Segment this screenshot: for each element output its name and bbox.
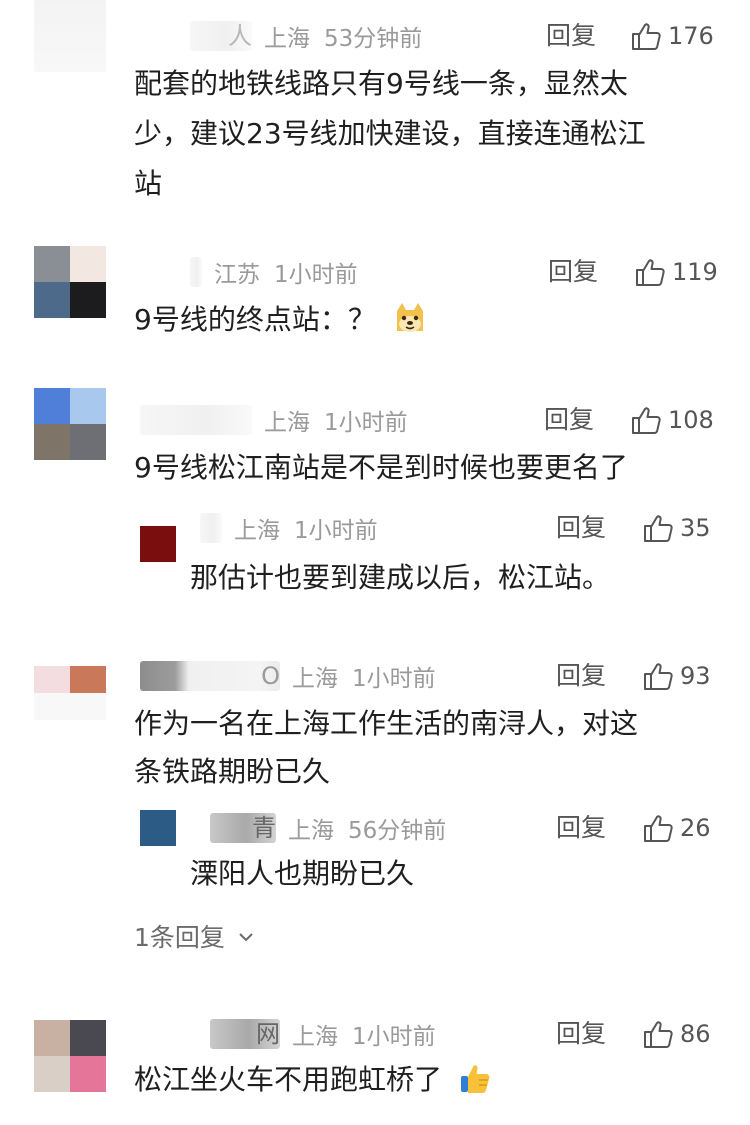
comment-time: 1小时前 (324, 410, 408, 436)
reply-text: 那估计也要到建成以后，松江站。 (190, 561, 611, 594)
avatar[interactable] (34, 246, 106, 318)
comment-line: 少，建议23号线加快建设，直接连通松江 (134, 117, 646, 150)
comment-line: 条铁路期盼已久 (134, 755, 331, 788)
avatar[interactable] (34, 1020, 106, 1092)
like-count: 35 (680, 514, 711, 542)
comment-line: 作为一名在上海工作生活的南浔人，对这 (134, 707, 639, 740)
reply-button[interactable]: 回复 (556, 810, 606, 846)
expand-replies-label: 1条回复 (134, 923, 225, 952)
thumbs-up-icon (644, 515, 673, 542)
ip-location: 江苏 (214, 262, 260, 288)
comment-text: 9号线松江南站是不是到时候也要更名了 (134, 451, 628, 484)
ip-location: 上海 (264, 410, 310, 436)
expand-replies-button[interactable]: 1条回复 (134, 918, 255, 954)
like-count: 108 (668, 406, 714, 434)
avatar[interactable] (34, 666, 106, 720)
like-button[interactable]: 26 (642, 810, 711, 846)
comment-time: 1小时前 (352, 666, 436, 692)
like-count: 93 (680, 662, 711, 690)
thumbs-up-icon (644, 663, 673, 690)
username[interactable]: 青 (210, 813, 276, 843)
like-count: 119 (672, 258, 718, 286)
like-button[interactable]: 35 (642, 510, 711, 546)
reply-button[interactable]: 回复 (556, 1016, 606, 1052)
thumbs-up-icon (644, 815, 673, 842)
like-button[interactable]: 86 (642, 1016, 711, 1052)
thumbs-up-icon (632, 23, 661, 50)
comment-time: 53分钟前 (324, 26, 423, 52)
ip-location: 上海 (292, 1024, 338, 1050)
username[interactable]: 人 (190, 21, 252, 51)
reply-avatar[interactable] (140, 526, 176, 562)
comment-meta: O 上海 1小时前 (140, 658, 436, 694)
reply-text: 溧阳人也期盼已久 (190, 857, 415, 890)
like-button[interactable]: 108 (630, 402, 714, 438)
username[interactable] (140, 405, 252, 435)
reply-button[interactable]: 回复 (556, 658, 606, 694)
avatar[interactable] (34, 388, 106, 460)
thumbs-up-icon (644, 1021, 673, 1048)
comment-text: 9号线的终点站：？ (134, 298, 427, 342)
comment-meta: 上海 1小时前 (140, 402, 408, 438)
comment-time: 56分钟前 (348, 818, 447, 844)
thumbs-up-emoji-icon (460, 1065, 490, 1093)
reply-meta: 上海 1小时前 (200, 510, 378, 546)
comment-line: 配套的地铁线路只有9号线一条，显然太 (134, 67, 628, 100)
comment-text: 松江坐火车不用跑虹桥了 (134, 1058, 491, 1102)
reply-avatar[interactable] (140, 810, 176, 846)
reply-meta: 青 上海 56分钟前 (210, 810, 446, 846)
comment-time: 1小时前 (274, 262, 358, 288)
like-button[interactable]: 93 (642, 658, 711, 694)
comment-time: 1小时前 (352, 1024, 436, 1050)
reply-button[interactable]: 回复 (546, 18, 596, 54)
username[interactable]: O (140, 661, 280, 691)
doge-emoji-icon (396, 303, 423, 332)
comment-text: 作为一名在上海工作生活的南浔人，对这 条铁路期盼已久 (134, 702, 638, 794)
like-count: 26 (680, 814, 711, 842)
comment-line: 松江坐火车不用跑虹桥了 (134, 1063, 443, 1096)
reply-button[interactable]: 回复 (548, 254, 598, 290)
ip-location: 上海 (264, 26, 310, 52)
chevron-down-icon (239, 933, 253, 942)
ip-location: 上海 (292, 666, 338, 692)
comment-line: 9号线的终点站：？ (134, 303, 376, 336)
thumbs-up-icon (632, 407, 661, 434)
comment-meta: 江苏 1小时前 (190, 254, 358, 290)
ip-location: 上海 (288, 818, 334, 844)
reply-button[interactable]: 回复 (544, 402, 594, 438)
comment-meta: 网 上海 1小时前 (210, 1016, 436, 1052)
like-count: 86 (680, 1020, 711, 1048)
thumbs-up-icon (636, 259, 665, 286)
comment-meta: 人 上海 53分钟前 (190, 18, 422, 54)
comment-time: 1小时前 (294, 518, 378, 544)
comment-text: 配套的地铁线路只有9号线一条，显然太 少，建议23号线加快建设，直接连通松江 站 (134, 62, 646, 206)
ip-location: 上海 (234, 518, 280, 544)
username[interactable] (190, 257, 202, 287)
username[interactable] (200, 513, 222, 543)
like-button[interactable]: 119 (634, 254, 718, 290)
avatar[interactable] (34, 0, 106, 72)
like-button[interactable]: 176 (630, 18, 714, 54)
username[interactable]: 网 (210, 1019, 280, 1049)
like-count: 176 (668, 22, 714, 50)
comment-line: 站 (134, 167, 163, 200)
reply-button[interactable]: 回复 (556, 510, 606, 546)
